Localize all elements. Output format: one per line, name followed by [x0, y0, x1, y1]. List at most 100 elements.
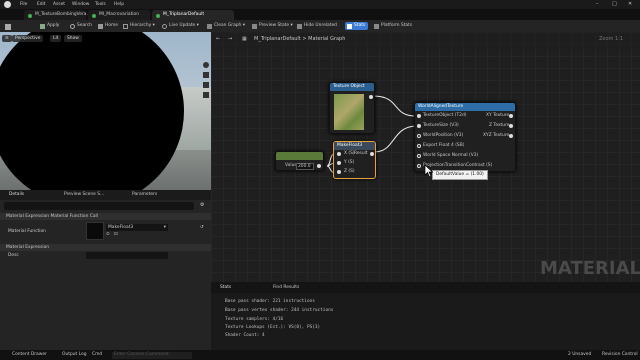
stats-line: Texture samplers: 4/16	[225, 317, 284, 322]
x-input-pin[interactable]	[337, 152, 341, 156]
function-thumbnail	[86, 222, 104, 240]
texture-object-input-pin[interactable]	[417, 114, 421, 118]
live-update-button[interactable]: Live Update ▾	[160, 22, 202, 30]
xy-texture-output-pin[interactable]	[509, 114, 513, 118]
preview-viewport[interactable]: ≡ Perspective Lit Show	[0, 32, 211, 190]
preview-sphere	[0, 32, 184, 190]
z-texture-output-label: Z Texture	[489, 123, 510, 128]
desc-input[interactable]	[86, 252, 168, 259]
lit-button[interactable]: Lit	[50, 35, 62, 42]
z-texture-output-pin[interactable]	[509, 124, 513, 128]
menu-file[interactable]: File	[20, 2, 27, 7]
hide-unrelated-button[interactable]: Hide Unrelated	[295, 22, 340, 30]
param-value-input[interactable]: 200.0	[296, 162, 314, 170]
material-icon	[28, 13, 32, 18]
search-button[interactable]: Search	[68, 22, 95, 30]
tab-parameters[interactable]: Parameters	[132, 192, 157, 197]
home-icon	[98, 23, 103, 29]
texture-size-input-pin[interactable]	[417, 124, 421, 128]
menu-help[interactable]: Help	[114, 2, 124, 7]
show-button[interactable]: Show	[64, 35, 82, 42]
section-header-expression[interactable]: Material Expression	[0, 244, 211, 251]
scalar-parameter-node[interactable]: Value 200.0	[275, 151, 324, 171]
y-input-pin[interactable]	[337, 161, 341, 165]
tab-macrovariation[interactable]: MI_Macrovariation	[88, 10, 150, 20]
use-selected-icon[interactable]: ⊡	[114, 232, 118, 237]
menu-window[interactable]: Window	[72, 2, 89, 7]
texture-object-node[interactable]: Texture Object	[329, 82, 375, 134]
xyz-texture-output-pin[interactable]	[509, 134, 513, 138]
home-button[interactable]: Home	[96, 22, 121, 30]
z-input-pin[interactable]	[337, 170, 341, 174]
cmd-button[interactable]: Cmd	[92, 352, 102, 357]
minimize-icon[interactable]: –	[596, 2, 599, 7]
stats-tab-bar: Stats Find Results	[211, 282, 640, 293]
clean-graph-icon	[207, 23, 212, 29]
live-update-label: Live Update	[169, 22, 196, 28]
tab-label: M_TextureBombingVera...	[35, 11, 91, 17]
apply-icon	[40, 23, 45, 29]
projection-contrast-input-pin[interactable]	[417, 164, 421, 168]
unreal-logo-icon[interactable]	[4, 1, 11, 8]
reset-icon[interactable]: ↺	[200, 225, 204, 230]
param-output-pin[interactable]	[317, 164, 321, 168]
stats-line: Texture Lookups (Est.): VS(0), PS(3)	[225, 325, 321, 330]
document-tab-bar: M_TextureBombingVera... MI_Macrovariatio…	[0, 9, 640, 20]
chevron-down-icon: ▾	[151, 22, 155, 28]
mouse-cursor-icon	[424, 164, 434, 178]
z-input-label: Z (S)	[344, 169, 355, 174]
platform-stats-button[interactable]: Platform Stats	[372, 22, 415, 30]
viewport-menu-button[interactable]: ≡	[2, 35, 12, 42]
section-header-function-call[interactable]: Material Expression Material Function Ca…	[0, 213, 211, 220]
tab-texture-bombing[interactable]: M_TextureBombingVera...	[24, 10, 91, 20]
tab-find-results[interactable]: Find Results	[273, 285, 299, 290]
apply-label: Apply	[47, 22, 60, 28]
world-space-normal-input-pin[interactable]	[417, 154, 421, 158]
content-drawer-button[interactable]: Content Drawer	[12, 352, 47, 357]
preview-state-button[interactable]: Preview State ▾	[250, 22, 296, 30]
wire-texture-object	[372, 95, 417, 117]
function-dropdown[interactable]: MakeFloat3 ▾	[106, 224, 168, 231]
node-title: WorldAlignedTexture	[415, 103, 515, 111]
pin-tooltip: DefaultValue = (1.00)	[432, 170, 488, 181]
node-title	[276, 152, 323, 160]
material-icon	[156, 13, 160, 18]
apply-button[interactable]: Apply	[38, 22, 62, 30]
browse-icon[interactable]: ⊙	[106, 232, 110, 237]
hierarchy-button[interactable]: Hierarchy ▾	[121, 22, 158, 30]
world-aligned-texture-node[interactable]: WorldAlignedTexture TextureObject (T2d) …	[414, 102, 516, 172]
preview-state-label: Preview State	[259, 22, 290, 28]
hierarchy-icon	[123, 23, 128, 29]
makefloat3-node[interactable]: MakeFloat3 X (S) Y (S) Z (S) Result	[333, 141, 376, 179]
chevron-down-icon: ▾	[163, 224, 166, 230]
tab-preview-scene[interactable]: Preview Scene S...	[64, 192, 104, 197]
result-output-pin[interactable]	[370, 152, 374, 156]
details-settings-icon[interactable]: ⚙	[200, 203, 204, 208]
world-position-input-pin[interactable]	[417, 134, 421, 138]
menu-edit[interactable]: Edit	[37, 2, 46, 7]
output-log-button[interactable]: Output Log	[62, 352, 87, 357]
y-input-label: Y (S)	[344, 160, 355, 165]
search-icon	[70, 23, 75, 29]
chevron-down-icon: ▾	[289, 22, 293, 28]
menu-asset[interactable]: Asset	[53, 2, 65, 7]
console-command-input[interactable]: Enter Console Command	[112, 352, 192, 359]
close-icon[interactable]: ✕	[628, 2, 632, 7]
stats-button[interactable]: Stats	[345, 22, 369, 30]
maximize-icon[interactable]: □	[612, 2, 617, 7]
details-search-input[interactable]	[4, 202, 194, 210]
clean-graph-button[interactable]: Clean Graph ▾	[205, 22, 248, 30]
tab-details[interactable]: Details	[9, 192, 24, 197]
save-button[interactable]	[3, 22, 13, 30]
wire-makefloat3-result	[373, 125, 417, 153]
revision-control-button[interactable]: Revision Control	[602, 352, 638, 357]
unsaved-indicator[interactable]: 2 Unsaved	[568, 352, 591, 357]
tab-stats[interactable]: Stats	[220, 285, 231, 290]
menu-tools[interactable]: Tools	[95, 2, 106, 7]
preview-shape-icons[interactable]	[203, 62, 209, 122]
perspective-button[interactable]: Perspective	[12, 35, 44, 42]
texture-output-pin[interactable]	[369, 95, 373, 99]
export-float4-input-pin[interactable]	[417, 144, 421, 148]
tab-triplanar-default[interactable]: M_TriplanarDefault	[152, 10, 234, 20]
platform-stats-icon	[374, 23, 379, 29]
